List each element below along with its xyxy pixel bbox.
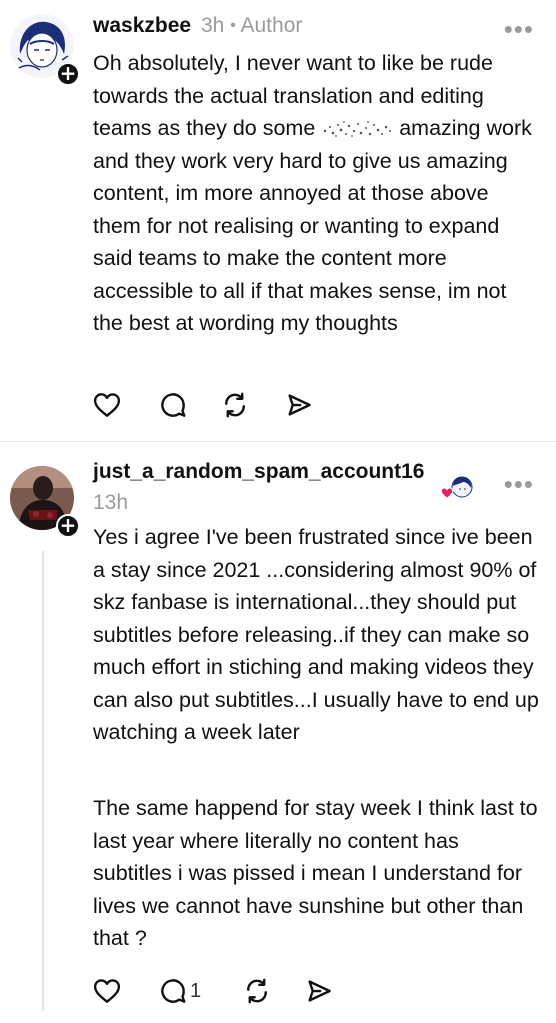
reply-button[interactable] — [158, 390, 188, 420]
comment-text-end: amazing work and they work very hard to … — [93, 116, 532, 335]
heart-icon — [93, 393, 121, 417]
more-horizontal-icon[interactable]: ••• — [504, 16, 534, 42]
more-horizontal-icon[interactable]: ••• — [504, 471, 534, 497]
repost-icon — [247, 978, 267, 1004]
comment-text: Oh absolutely, I never want to like be r… — [93, 47, 541, 340]
repost-button[interactable] — [220, 390, 250, 420]
comment-icon — [161, 393, 186, 417]
comment-post: + just_a_random_spam_account16 13h ••• Y… — [0, 443, 556, 1023]
username[interactable]: waskzbee — [93, 14, 191, 38]
follow-plus-icon[interactable]: + — [56, 62, 80, 86]
share-icon — [308, 980, 331, 1002]
divider — [0, 441, 556, 442]
repost-button[interactable] — [242, 976, 272, 1006]
repost-icon — [225, 392, 245, 418]
share-button[interactable] — [304, 976, 334, 1006]
timestamp: 13h — [93, 491, 129, 514]
comment-post: + waskzbee 3h • Author ••• Oh absolutely… — [0, 0, 556, 440]
heart-icon — [440, 487, 454, 499]
share-button[interactable] — [284, 390, 314, 420]
meta-separator: • — [230, 17, 236, 34]
comment-icon — [161, 979, 186, 1003]
username[interactable]: just_a_random_spam_account16 — [93, 460, 424, 484]
heart-icon — [93, 979, 121, 1003]
like-button[interactable] — [92, 976, 122, 1006]
comment-paragraph: Yes i agree I've been frustrated since i… — [93, 525, 539, 744]
avatar[interactable]: + — [10, 466, 80, 538]
follow-plus-icon[interactable]: + — [56, 514, 80, 538]
comment-paragraph: The same happend for stay week I think l… — [93, 796, 538, 950]
avatar[interactable]: + — [10, 14, 80, 86]
like-button[interactable] — [92, 390, 122, 420]
reply-button[interactable]: 1 — [158, 976, 201, 1006]
timestamp: 3h — [201, 14, 225, 37]
censored-scribble-icon — [324, 121, 392, 137]
reply-count: 1 — [190, 979, 202, 1002]
thread-line — [42, 551, 44, 1011]
author-tag: Author — [240, 14, 303, 37]
post-meta: 3h • Author — [201, 14, 302, 38]
share-icon — [288, 394, 311, 416]
author-liked-badge — [440, 474, 474, 504]
